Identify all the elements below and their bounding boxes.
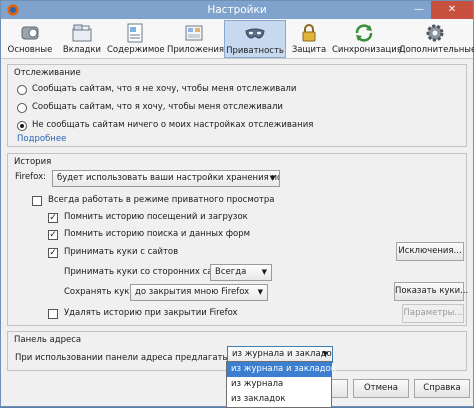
applications-icon [185,25,203,41]
tracking-group-title: Отслеживание [14,68,81,78]
tab-applications[interactable]: Приложения [167,20,225,58]
tab-content[interactable]: Содержимое [107,20,165,58]
tracking-option-label: Сообщать сайтам, что я не хочу, чтобы ме… [32,84,297,94]
tab-privacy[interactable]: Приватность [224,20,286,58]
accept-cookies-label: Принимать куки с сайтов [64,247,179,257]
tracking-radio-no-preference[interactable] [17,121,27,131]
tab-label: Основные [7,45,53,55]
remember-visits-checkbox[interactable]: ✓ [48,213,58,223]
tab-tabs[interactable]: Вкладки [59,20,105,58]
chevron-down-icon: ▼ [261,268,267,276]
clear-settings-button[interactable]: Параметры... [402,304,464,323]
history-mode-select[interactable]: будет использовать ваши настройки хранен… [52,170,280,187]
minimize-button[interactable]: — [407,1,431,19]
tab-label: Приложения [167,45,225,55]
lock-icon [302,24,316,42]
remember-visits-label: Помнить историю посещений и загрузок [64,212,248,222]
gear-icon [426,24,444,42]
content-icon [127,23,143,43]
tab-label: Синхронизация [332,45,402,55]
tab-general[interactable]: Основные [4,20,56,58]
history-mode-value: будет использовать ваши настройки хранен… [57,173,279,183]
suggest-value: из журнала и закладок [232,349,333,359]
keep-cookies-value: до закрытия мною Firefox [135,287,250,297]
keep-cookies-label: Сохранять куки: [64,287,138,297]
remember-search-label: Помнить историю поиска и данных форм [64,229,251,239]
tracking-option-label: Сообщать сайтам, что я хочу, чтобы меня … [32,102,283,112]
private-mode-label: Всегда работать в режиме приватного прос… [48,195,275,205]
tab-label: Вкладки [62,45,102,55]
tab-label: Дополнительные [399,45,474,55]
tab-security[interactable]: Защита [289,20,329,58]
chevron-down-icon: ▼ [257,288,263,296]
tab-sync[interactable]: Синхронизация [332,20,402,58]
private-mode-checkbox[interactable] [32,196,42,206]
learn-more-link[interactable]: Подробнее [17,134,66,144]
exceptions-button[interactable]: Исключения... [396,242,464,261]
chevron-down-icon: ▼ [269,174,275,182]
help-button[interactable]: Справка [414,379,470,398]
tabs-icon [72,24,92,42]
third-party-select[interactable]: Всегда ▼ [210,264,272,281]
clear-on-close-checkbox[interactable] [48,309,58,319]
close-button[interactable]: ✕ [431,1,473,19]
firefox-mode-label: Firefox: [15,172,46,182]
sync-icon [355,24,373,42]
title-bar: Настройки — ✕ [1,1,473,19]
switch-icon [21,26,39,40]
tracking-radio-allow-track[interactable] [17,103,27,113]
tab-label: Приватность [226,46,284,56]
dropdown-option[interactable]: из закладок [227,392,331,407]
tracking-radio-do-not-track[interactable] [17,85,27,95]
tab-label: Содержимое [107,45,165,55]
dropdown-option[interactable]: из журнала и закладок [227,362,336,377]
chevron-down-icon: ▼ [322,350,328,358]
dropdown-option[interactable]: из журнала [227,377,331,392]
tab-advanced[interactable]: Дополнительные [399,20,474,58]
show-cookies-button[interactable]: Показать куки... [394,282,468,301]
window-title: Настройки [207,4,267,16]
third-party-value: Всегда [215,267,247,277]
accept-cookies-checkbox[interactable]: ✓ [48,248,58,258]
address-bar-group-title: Панель адреса [14,335,82,345]
history-group: История Firefox: будет использовать ваши… [7,153,468,326]
tracking-option-label: Не сообщать сайтам ничего о моих настрой… [32,120,314,130]
firefox-app-icon [7,4,19,16]
remember-search-checkbox[interactable]: ✓ [48,230,58,240]
tab-label: Защита [291,45,327,55]
clear-on-close-label: Удалять историю при закрытии Firefox [64,308,238,318]
keep-cookies-select[interactable]: до закрытия мною Firefox ▼ [130,284,268,301]
cancel-button[interactable]: Отмена [353,379,409,398]
preferences-window: Настройки — ✕ Основные Вкладки Содержимо… [0,0,474,408]
privacy-mask-icon [245,28,265,39]
history-group-title: История [14,157,52,167]
tracking-group: Отслеживание Сообщать сайтам, что я не х… [7,64,467,147]
suggest-dropdown-list: из журнала и закладок из журнала из закл… [226,361,336,408]
preferences-toolbar: Основные Вкладки Содержимое Приложения П… [1,19,474,59]
